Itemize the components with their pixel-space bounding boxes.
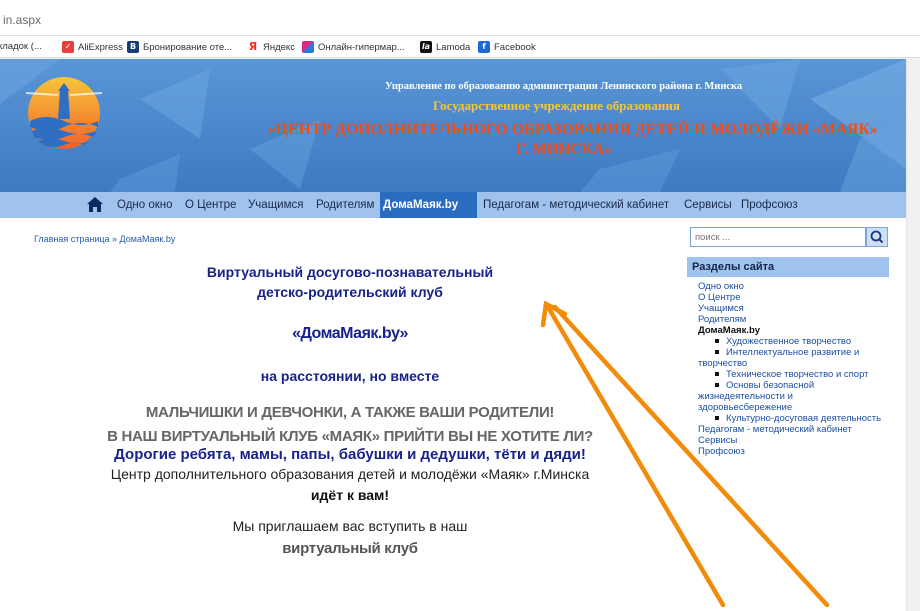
search-box <box>690 227 866 247</box>
bookmark-label: Онлайн-гипермар... <box>318 41 405 53</box>
nav-item-teachers[interactable]: Педагогам - методический кабинет <box>480 192 672 218</box>
bookmark-label: Lamoda <box>436 41 471 53</box>
bookmark-booking[interactable]: B Бронирование оте... <box>127 41 232 53</box>
sidebar-subitem-label: Культурно-досуговая деятельность <box>726 413 882 424</box>
address-bar[interactable]: in.aspx <box>0 0 920 36</box>
bookmark-label: Facebook <box>494 41 536 53</box>
sidebar-item-teachers[interactable]: Педагогам - методический кабинет <box>698 424 888 435</box>
bookmark-lamoda[interactable]: la Lamoda <box>420 41 470 53</box>
sidebar-subitem-label: Художественное творчество <box>726 336 852 347</box>
sidebar-subitem-art[interactable]: Художественное творчество <box>698 336 888 347</box>
nav-item-one-window[interactable]: Одно окно <box>114 192 176 218</box>
vertical-scrollbar[interactable] <box>906 59 920 611</box>
bookmark-hypermarket[interactable]: Онлайн-гипермар... <box>302 41 405 53</box>
bullet-icon <box>715 372 719 376</box>
web-page: Управление по образованию администрации … <box>0 59 906 611</box>
bookmark-label: Яндекс <box>263 41 295 53</box>
coming-text: идёт к вам! <box>310 487 390 503</box>
greeting: Дорогие ребята, мамы, папы, бабушки и де… <box>114 446 586 463</box>
screenshot-root: in.aspx кладок (... ✓ AliExpress B Брони… <box>0 0 920 611</box>
club-title: Виртуальный досугово-познавательный детс… <box>170 262 530 302</box>
sidebar-item-union[interactable]: Профсоюз <box>698 446 888 457</box>
club-motto: на расстоянии, но вместе <box>260 368 440 384</box>
site-header-banner: Управление по образованию администрации … <box>0 59 906 192</box>
club-title-line2: детско-родительский клуб <box>257 284 443 300</box>
mayak-logo-icon <box>25 77 103 149</box>
virtual-club-text: виртуальный клуб <box>282 540 418 557</box>
sidebar-subitem-label: Интеллектуальное развитие и творчество <box>698 347 860 369</box>
bookmark-label: Бронирование оте... <box>143 41 233 53</box>
header-line-ministry: Управление по образованию администрации … <box>385 81 743 92</box>
aliexpress-icon: ✓ <box>62 41 74 53</box>
search-input[interactable] <box>691 228 841 246</box>
bullet-icon <box>715 339 719 343</box>
bullet-icon <box>715 350 719 354</box>
bookmark-label: кладок (... <box>0 41 42 52</box>
club-title-line1: Виртуальный досугово-познавательный <box>206 264 494 280</box>
breadcrumb[interactable]: Главная страница » ДомаМаяк.by <box>34 234 175 244</box>
nav-item-domamayak[interactable]: ДомаМаяк.by <box>380 192 477 218</box>
search-icon <box>870 230 884 244</box>
slogan-line1: МАЛЬЧИШКИ И ДЕВЧОНКИ, А ТАКЖЕ ВАШИ РОДИТ… <box>145 404 555 421</box>
bookmark-folder[interactable]: кладок (... <box>0 41 42 52</box>
header-line-institution: Государственное учреждение образования <box>433 98 680 113</box>
bullet-icon <box>715 383 719 387</box>
bookmarks-bar: кладок (... ✓ AliExpress B Бронирование … <box>0 36 920 58</box>
online-store-icon <box>302 41 314 53</box>
invite-text: Мы приглашаем вас вступить в наш <box>232 518 468 534</box>
sidebar-item-students[interactable]: Учащимся <box>698 303 888 314</box>
sidebar-item-domamayak[interactable]: ДомаМаяк.by <box>698 325 888 336</box>
yandex-icon: Я <box>247 40 259 53</box>
sidebar-subitem-culture[interactable]: Культурно-досуговая деятельность <box>698 413 888 424</box>
sidebar-section-title: Разделы сайта <box>687 257 889 277</box>
bookmark-label: AliExpress <box>78 41 123 53</box>
header-line-center-name: «ЦЕНТР ДОПОЛНИТЕЛЬНОГО ОБРАЗОВАНИЯ ДЕТЕЙ… <box>268 121 878 138</box>
club-slogan: МАЛЬЧИШКИ И ДЕВЧОНКИ, А ТАКЖЕ ВАШИ РОДИТ… <box>60 401 640 449</box>
lamoda-icon: la <box>420 41 432 53</box>
search-button[interactable] <box>866 227 888 247</box>
sidebar-item-one-window[interactable]: Одно окно <box>698 281 888 292</box>
main-nav: Одно окно О Центре Учащимся Родителям До… <box>0 192 906 218</box>
nav-item-students[interactable]: Учащимся <box>245 192 306 218</box>
sidebar-subitem-intellect[interactable]: Интеллектуальное развитие и творчество <box>698 347 888 369</box>
header-line-city: Г. МИНСКА» <box>516 141 612 158</box>
bookmark-yandex[interactable]: Я Яндекс <box>247 41 295 53</box>
nav-item-services[interactable]: Сервисы <box>681 192 735 218</box>
sidebar-subitem-safety[interactable]: Основы безопасной жизнедеятельности и зд… <box>698 380 888 413</box>
url-text[interactable]: in.aspx <box>3 13 41 27</box>
sidebar-subitem-technical[interactable]: Техническое творчество и спорт <box>698 369 888 380</box>
nav-item-about[interactable]: О Центре <box>182 192 239 218</box>
nav-item-parents[interactable]: Родителям <box>313 192 377 218</box>
sidebar-item-about[interactable]: О Центре <box>698 292 888 303</box>
home-icon[interactable] <box>86 196 104 214</box>
club-name: «ДомаМаяк.by» <box>292 325 408 342</box>
sidebar-links: Одно окно О Центре Учащимся Родителям До… <box>698 281 888 457</box>
facebook-icon: f <box>478 41 490 53</box>
center-line: Центр дополнительного образования детей … <box>110 466 590 482</box>
booking-icon: B <box>127 41 139 53</box>
bookmark-aliexpress[interactable]: ✓ AliExpress <box>62 41 123 53</box>
nav-item-union[interactable]: Профсоюз <box>738 192 801 218</box>
sidebar-subitem-label: Техническое творчество и спорт <box>726 369 869 380</box>
bookmark-facebook[interactable]: f Facebook <box>478 41 536 53</box>
sidebar-item-services[interactable]: Сервисы <box>698 435 888 446</box>
sidebar-item-parents[interactable]: Родителям <box>698 314 888 325</box>
bullet-icon <box>715 416 719 420</box>
